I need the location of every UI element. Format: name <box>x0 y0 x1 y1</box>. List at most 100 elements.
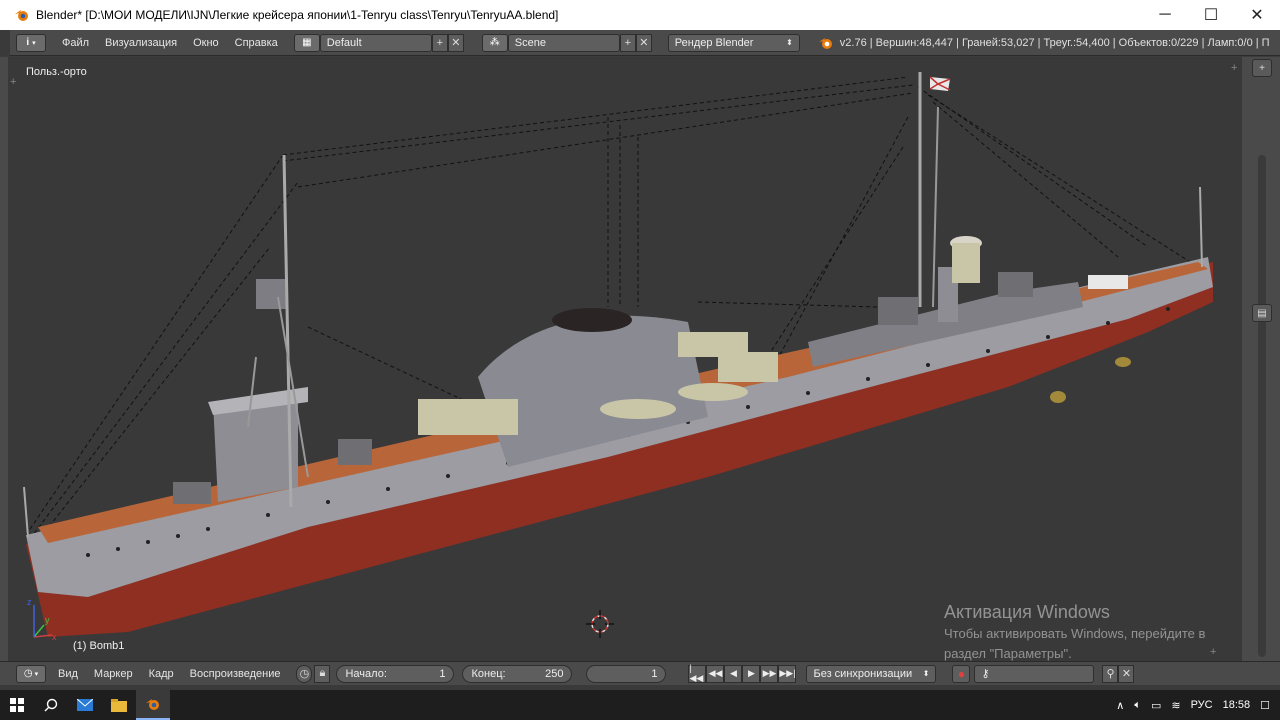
dropdown-arrows-icon: ⬍ <box>786 38 793 47</box>
aa-platform <box>418 399 518 435</box>
blender-logo-icon <box>818 37 832 49</box>
propeller <box>1050 391 1066 403</box>
jump-start-icon[interactable]: |◀◀ <box>688 663 707 683</box>
search-icon[interactable] <box>34 690 68 720</box>
remove-layout-button[interactable]: ✕ <box>447 33 464 52</box>
end-frame-value: 250 <box>545 667 564 680</box>
menu-window[interactable]: Окно <box>185 37 227 49</box>
aft-gun <box>878 297 918 325</box>
notifications-icon[interactable]: ☐ <box>1260 699 1270 712</box>
minimize-button[interactable]: ─ <box>1142 0 1188 30</box>
wifi-icon[interactable]: ≋ <box>1171 699 1180 712</box>
language-indicator[interactable]: РУС <box>1191 699 1213 711</box>
menu-help[interactable]: Справка <box>227 37 286 49</box>
close-button[interactable]: ✕ <box>1234 0 1280 30</box>
info-header: i ▾ Файл Визуализация Окно Справка ▦ Def… <box>0 29 1280 56</box>
keying-set-field[interactable]: ⚷ <box>974 664 1095 683</box>
area-split-icon[interactable]: + <box>1231 62 1237 74</box>
boat <box>600 399 676 419</box>
scene-statistics: v2.76 | Вершин:48,447 | Граней:53,027 | … <box>839 36 1270 49</box>
clock-time[interactable]: 18:58 <box>1223 699 1251 711</box>
insert-keyframe-icon[interactable]: ⚲ <box>1102 664 1119 683</box>
play-icon[interactable]: ▶ <box>742 664 761 683</box>
clock-icon: ◷ <box>299 668 310 680</box>
menu-playback[interactable]: Воспроизведение <box>182 668 289 680</box>
record-button[interactable]: ● <box>952 664 971 683</box>
area-split-icon[interactable]: + <box>1210 646 1216 658</box>
battery-icon[interactable]: ▭ <box>1151 699 1161 712</box>
scene-field[interactable]: Scene <box>507 33 620 52</box>
foremast-platform <box>256 279 286 309</box>
editor-type-button[interactable]: i ▾ <box>16 33 46 52</box>
file-explorer-icon[interactable] <box>102 690 136 720</box>
screen-layout-selector[interactable]: ▦ <box>293 33 320 52</box>
ship-model-render: x y z <box>23 72 1213 642</box>
axis-x-label: x <box>52 632 57 642</box>
left-editor-edge <box>0 57 8 661</box>
aft-gun <box>998 272 1033 297</box>
scrollbar[interactable] <box>1258 327 1266 657</box>
boat <box>678 383 748 401</box>
volume-icon[interactable]: 🔈︎ <box>1134 699 1141 712</box>
preview-range-toggle[interactable]: ◷ <box>296 664 313 683</box>
chevron-up-icon[interactable]: ∧ <box>1116 699 1124 712</box>
properties-toggle-button[interactable]: ▤ <box>1252 304 1272 322</box>
menu-file[interactable]: Файл <box>54 37 97 49</box>
blender-window: Blender* [D:\МОИ МОДЕЛИ\IJN\Легкие крейс… <box>0 0 1280 720</box>
lock-icon[interactable]: 🔒︎ <box>314 664 331 683</box>
jump-keyframe-back-icon[interactable]: ◀◀ <box>706 664 725 683</box>
area-split-icon[interactable]: + <box>10 76 16 88</box>
mainmast-leg <box>932 106 939 308</box>
windows-start-icon[interactable] <box>0 690 34 720</box>
funnel-cap <box>552 308 632 332</box>
bow-jackstaff <box>23 486 29 538</box>
end-frame-field[interactable]: Конец: 250 <box>462 664 573 683</box>
key-icon: ⚷ <box>981 668 990 680</box>
active-object-label: (1) Bomb1 <box>73 640 125 652</box>
start-frame-label: Начало: <box>345 667 387 680</box>
add-scene-button[interactable]: + <box>619 33 636 52</box>
render-engine-dropdown[interactable]: Рендер Blender ⬍ <box>667 33 800 52</box>
jump-keyframe-forward-icon[interactable]: ▶▶ <box>760 664 779 683</box>
windows-taskbar: ∧ 🔈︎ ▭ ≋ РУС 18:58 ☐ <box>0 690 1280 720</box>
current-frame-field[interactable]: 1 <box>586 664 667 683</box>
right-sidebar-edge: + ▤ <box>1242 57 1280 661</box>
axis-z-label: z <box>27 597 32 607</box>
info-icon: i <box>26 37 30 48</box>
start-frame-field[interactable]: Начало: 1 <box>336 664 455 683</box>
record-icon: ● <box>957 666 966 681</box>
blender-taskbar-icon[interactable] <box>136 690 170 720</box>
menu-marker[interactable]: Маркер <box>86 668 141 680</box>
mail-icon[interactable] <box>68 690 102 720</box>
remove-scene-button[interactable]: ✕ <box>635 33 652 52</box>
sync-mode-label: Без синхронизации <box>813 667 913 680</box>
chevron-down-icon: ▾ <box>34 670 39 678</box>
timeline-editor-type-button[interactable]: ◷ ▾ <box>16 664 46 683</box>
delete-keyframe-icon[interactable]: ✕ <box>1118 664 1135 683</box>
clock-icon: ◷ <box>23 668 33 679</box>
layout-grid-icon: ▦ <box>302 37 312 48</box>
screen-layout-field[interactable]: Default <box>319 33 432 52</box>
maximize-button[interactable]: ☐ <box>1188 0 1234 30</box>
start-frame-value: 1 <box>439 667 446 680</box>
plus-icon[interactable]: + <box>1252 59 1272 77</box>
add-layout-button[interactable]: + <box>431 33 448 52</box>
scene-icon: ⁂ <box>489 37 500 48</box>
menu-render[interactable]: Визуализация <box>97 37 185 49</box>
header-edge <box>0 29 10 56</box>
propeller <box>1115 357 1131 367</box>
windows-activation-watermark: Активация Windows Чтобы активировать Win… <box>944 602 1205 663</box>
window-title: Blender* [D:\МОИ МОДЕЛИ\IJN\Легкие крейс… <box>36 8 559 22</box>
menu-view[interactable]: Вид <box>50 668 86 680</box>
current-frame-value: 1 <box>651 667 658 680</box>
3d-cursor-icon <box>586 610 614 638</box>
scene-selector[interactable]: ⁂ <box>481 33 508 52</box>
jump-end-icon[interactable]: ▶▶| <box>778 664 797 683</box>
sync-mode-dropdown[interactable]: Без синхронизации ⬍ <box>806 664 937 683</box>
3d-viewport[interactable]: x y z <box>8 57 1242 661</box>
chevron-down-icon: ▾ <box>32 39 36 47</box>
play-reverse-icon[interactable]: ◀ <box>724 664 743 683</box>
menu-frame[interactable]: Кадр <box>141 668 182 680</box>
playback-controls: |◀◀ ◀◀ ◀ ▶ ▶▶ ▶▶| <box>688 663 797 683</box>
render-engine-label: Рендер Blender <box>674 36 754 49</box>
